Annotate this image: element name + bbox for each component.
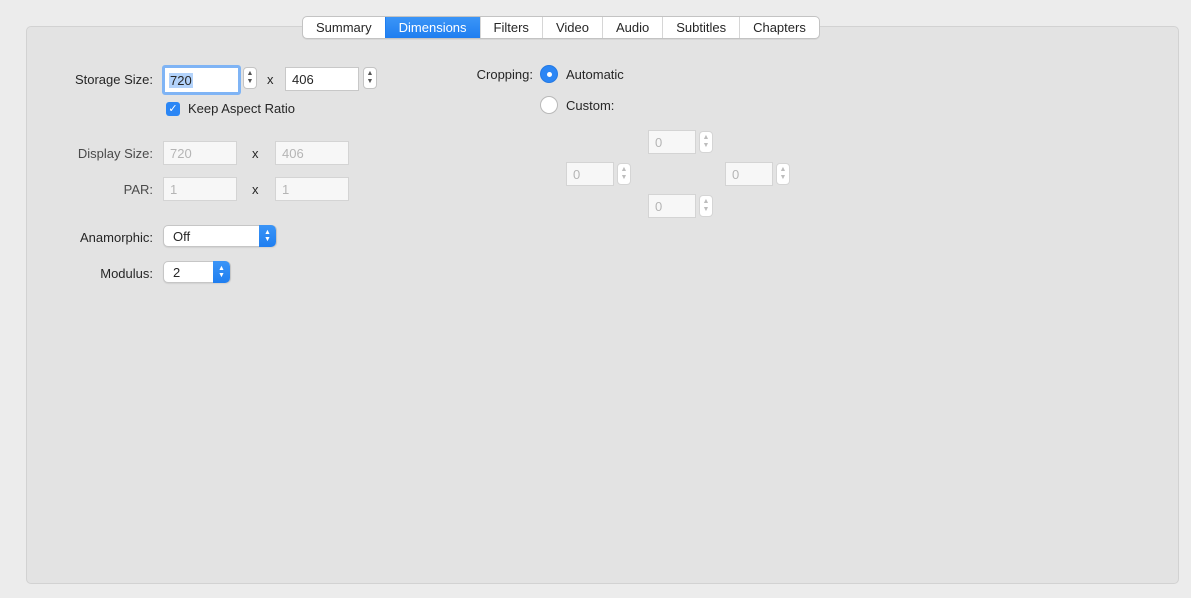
cropping-custom-radio[interactable] xyxy=(540,96,558,114)
stepper-up-icon: ▲ xyxy=(702,134,710,141)
storage-height-stepper[interactable]: ▲ ▼ xyxy=(363,67,377,89)
modulus-value: 2 xyxy=(173,264,181,280)
chevron-updown-icon: ▲ ▼ xyxy=(213,261,230,283)
stepper-up-icon: ▲ xyxy=(779,166,787,173)
display-height-value: 406 xyxy=(282,145,304,161)
tab-video[interactable]: Video xyxy=(541,17,602,38)
storage-height-value: 406 xyxy=(292,71,314,87)
display-x-separator: x xyxy=(252,146,259,161)
crop-top-value: 0 xyxy=(655,134,663,150)
stepper-up-icon: ▲ xyxy=(366,70,374,77)
crop-left-field: 0 xyxy=(566,162,614,186)
storage-height-field[interactable]: 406 xyxy=(285,67,359,91)
par-width-field: 1 xyxy=(163,177,237,201)
crop-left-stepper: ▲ ▼ xyxy=(617,163,631,185)
crop-left-value: 0 xyxy=(573,166,581,182)
stepper-down-icon: ▼ xyxy=(702,206,710,213)
chevron-updown-icon: ▲ ▼ xyxy=(259,225,276,247)
modulus-label: Modulus: xyxy=(100,266,153,281)
tab-audio[interactable]: Audio xyxy=(601,17,662,38)
tab-dimensions[interactable]: Dimensions xyxy=(384,17,480,38)
storage-width-stepper[interactable]: ▲ ▼ xyxy=(243,67,257,89)
tab-bar: Summary Dimensions Filters Video Audio S… xyxy=(302,16,820,39)
keep-aspect-ratio-checkbox[interactable]: ✓ xyxy=(166,102,180,116)
crop-bottom-stepper: ▲ ▼ xyxy=(699,195,713,217)
checkmark-icon: ✓ xyxy=(168,103,178,115)
cropping-custom-label: Custom: xyxy=(566,98,615,113)
cropping-automatic-radio[interactable] xyxy=(540,65,558,83)
stepper-down-icon: ▼ xyxy=(366,78,374,85)
crop-top-field: 0 xyxy=(648,130,696,154)
display-width-value: 720 xyxy=(170,145,192,161)
par-height-value: 1 xyxy=(282,181,290,197)
crop-right-value: 0 xyxy=(732,166,740,182)
crop-right-stepper: ▲ ▼ xyxy=(776,163,790,185)
par-height-field: 1 xyxy=(275,177,349,201)
anamorphic-popup[interactable]: Off ▲ ▼ xyxy=(163,225,277,247)
cropping-label: Cropping: xyxy=(476,67,533,82)
crop-top-stepper: ▲ ▼ xyxy=(699,131,713,153)
modulus-popup[interactable]: 2 ▲ ▼ xyxy=(163,261,231,283)
display-height-field: 406 xyxy=(275,141,349,165)
tab-subtitles[interactable]: Subtitles xyxy=(662,17,739,38)
storage-width-field[interactable]: 720 xyxy=(162,65,241,95)
tab-chapters[interactable]: Chapters xyxy=(739,17,819,38)
par-label: PAR: xyxy=(123,182,153,197)
cropping-automatic-label: Automatic xyxy=(566,67,624,82)
window: Summary Dimensions Filters Video Audio S… xyxy=(0,0,1191,598)
anamorphic-label: Anamorphic: xyxy=(80,230,153,245)
par-width-value: 1 xyxy=(170,181,178,197)
keep-aspect-ratio-label: Keep Aspect Ratio xyxy=(188,101,295,116)
display-size-label: Display Size: xyxy=(77,146,153,161)
stepper-up-icon: ▲ xyxy=(620,166,628,173)
stepper-down-icon: ▼ xyxy=(246,78,254,85)
stepper-down-icon: ▼ xyxy=(620,174,628,181)
crop-bottom-field: 0 xyxy=(648,194,696,218)
tab-summary[interactable]: Summary xyxy=(303,17,385,38)
storage-x-separator: x xyxy=(267,72,274,87)
stepper-up-icon: ▲ xyxy=(246,70,254,77)
stepper-down-icon: ▼ xyxy=(702,142,710,149)
tab-filters[interactable]: Filters xyxy=(479,17,542,38)
stepper-down-icon: ▼ xyxy=(779,174,787,181)
display-width-field: 720 xyxy=(163,141,237,165)
par-x-separator: x xyxy=(252,182,259,197)
anamorphic-value: Off xyxy=(173,228,191,244)
storage-width-value: 720 xyxy=(169,72,193,88)
stepper-up-icon: ▲ xyxy=(702,198,710,205)
storage-size-label: Storage Size: xyxy=(74,72,153,87)
crop-bottom-value: 0 xyxy=(655,198,663,214)
crop-right-field: 0 xyxy=(725,162,773,186)
